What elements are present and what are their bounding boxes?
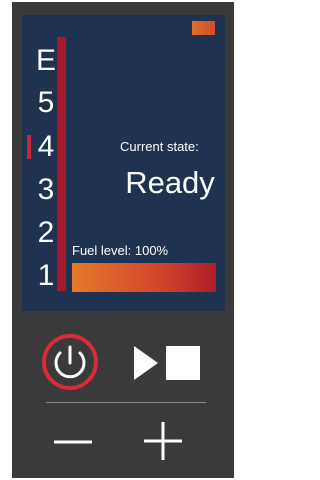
display-screen: E 5 4 3 2 1 Current state: Ready Fuel le…: [22, 15, 225, 311]
power-button[interactable]: [40, 332, 100, 392]
minus-icon: [54, 440, 92, 444]
gear-label-5: 5: [37, 86, 55, 119]
plus-button[interactable]: [138, 416, 188, 466]
device-panel: E 5 4 3 2 1 Current state: Ready Fuel le…: [12, 2, 234, 478]
gear-label-2: 2: [37, 216, 55, 249]
gear-label-e: E: [35, 44, 56, 77]
gear-label-3: 3: [37, 173, 55, 206]
status-indicator: [192, 21, 215, 35]
gear-label-1: 1: [37, 259, 55, 292]
state-value: Ready: [125, 165, 215, 200]
minus-button[interactable]: [48, 420, 98, 464]
power-icon: [42, 334, 98, 390]
fuel-caption: Fuel level: 100%: [72, 243, 169, 258]
selected-gear-marker: [27, 135, 31, 159]
control-divider: [46, 402, 206, 403]
state-caption: Current state:: [120, 139, 199, 154]
play-stop-icon: [134, 346, 200, 380]
fuel-gauge: [72, 263, 216, 292]
play-stop-button[interactable]: [132, 338, 206, 388]
plus-icon: [144, 422, 182, 460]
gear-label-4: 4: [37, 130, 55, 163]
fuel-gauge-fill: [72, 263, 216, 292]
